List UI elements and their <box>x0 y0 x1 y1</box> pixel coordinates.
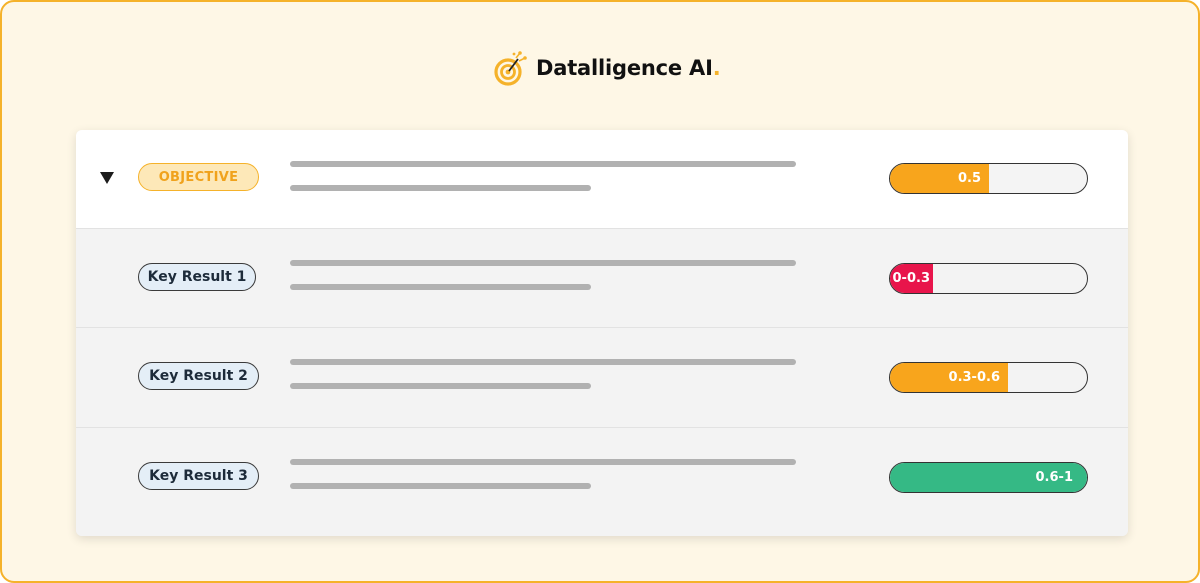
key-result-badge: Key Result 1 <box>138 263 256 291</box>
placeholder-text-line <box>290 161 796 167</box>
placeholder-text-line <box>290 260 796 266</box>
key-result-badge: Key Result 3 <box>138 462 259 490</box>
placeholder-text-line <box>290 185 591 191</box>
caret-down-icon[interactable] <box>100 172 114 184</box>
key-result-row[interactable]: Key Result 2 0.3-0.6 <box>76 327 1128 427</box>
target-icon <box>494 51 527 86</box>
page-frame: Datalligence AI. OBJECTIVE 0.5 Key Resul… <box>0 0 1200 583</box>
brand-name: Datalligence AI. <box>536 56 721 80</box>
placeholder-text-line <box>290 483 591 489</box>
placeholder-text-line <box>290 383 591 389</box>
progress-fill: 0.3-0.6 <box>890 363 1008 392</box>
placeholder-text-line <box>290 284 591 290</box>
progress-label: 0.6-1 <box>1035 470 1073 485</box>
key-result-progress-bar: 0.3-0.6 <box>889 362 1088 393</box>
progress-label: 0-0.3 <box>892 271 930 286</box>
key-result-row[interactable]: Key Result 1 0-0.3 <box>76 228 1128 327</box>
okr-card: OBJECTIVE 0.5 Key Result 1 0-0.3 Key Res… <box>76 130 1128 536</box>
key-result-badge: Key Result 2 <box>138 362 259 390</box>
progress-label: 0.3-0.6 <box>948 370 1000 385</box>
key-result-row[interactable]: Key Result 3 0.6-1 <box>76 427 1128 536</box>
progress-fill: 0.5 <box>890 164 989 193</box>
brand-dot: . <box>712 56 721 80</box>
objective-progress-bar: 0.5 <box>889 163 1088 194</box>
key-result-progress-bar: 0-0.3 <box>889 263 1088 294</box>
progress-fill: 0-0.3 <box>890 264 933 293</box>
placeholder-text-line <box>290 459 796 465</box>
objective-row[interactable]: OBJECTIVE 0.5 <box>76 130 1128 228</box>
progress-fill: 0.6-1 <box>890 463 1087 492</box>
progress-label: 0.5 <box>957 171 981 186</box>
brand-logo: Datalligence AI. <box>494 46 721 90</box>
objective-badge: OBJECTIVE <box>138 163 259 191</box>
key-result-progress-bar: 0.6-1 <box>889 462 1088 493</box>
placeholder-text-line <box>290 359 796 365</box>
